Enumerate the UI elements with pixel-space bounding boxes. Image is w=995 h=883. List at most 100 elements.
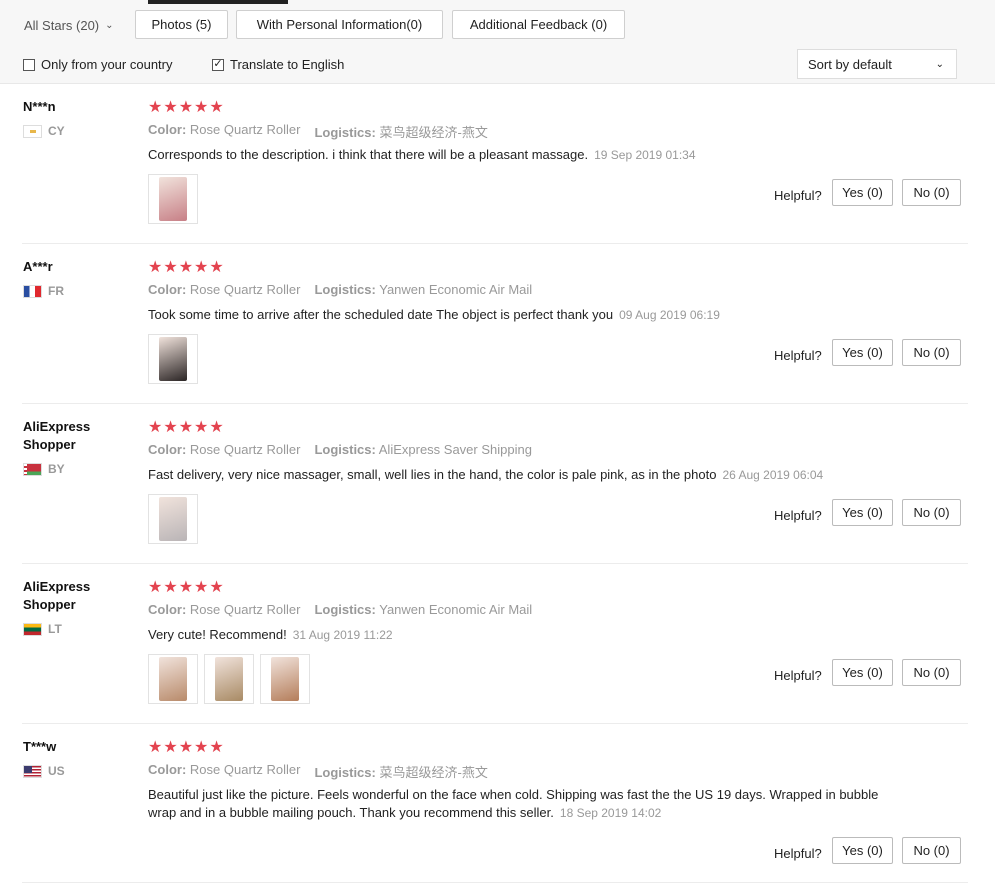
helpful-label: Helpful? [774,348,822,363]
star-rating: ★★★★★ [148,739,225,756]
logistics-attribute: Logistics: 菜鸟超级经济-燕文 [314,125,488,140]
only-country-checkbox[interactable]: Only from your country [23,57,173,72]
review-meta: Color: Rose Quartz Roller Logistics: 菜鸟超… [148,122,488,141]
photo-image [271,657,299,701]
photo-image [159,497,187,541]
review-body: Beautiful just like the picture. Feels w… [148,787,879,820]
reviewer-country: US [23,764,65,778]
review-text: Beautiful just like the picture. Feels w… [148,786,888,822]
chevron-down-icon: ⌄ [935,58,944,70]
translate-checkbox[interactable]: ✓ Translate to English [212,57,344,72]
star-rating: ★★★★★ [148,419,225,436]
review-item: AliExpress Shopper BY ★★★★★ Color: Rose … [0,404,968,564]
photo-image [215,657,243,701]
review-meta: Color: Rose Quartz Roller Logistics: Yan… [148,602,532,617]
reviewer-name: A***r [23,259,53,274]
helpful-label: Helpful? [774,846,822,861]
country-code: LT [48,622,62,636]
reviewer-name: AliExpress Shopper [23,419,91,452]
helpful-yes-button[interactable]: Yes (0) [832,339,893,366]
reviewer-name: N***n [23,99,56,114]
color-attribute: Color: Rose Quartz Roller [148,282,301,297]
review-text: Took some time to arrive after the sched… [148,306,888,324]
chevron-down-icon: ⌄ [105,20,114,31]
review-text: Very cute! Recommend! 31 Aug 2019 11:22 [148,626,888,644]
checkbox-unchecked-icon [23,58,35,71]
review-meta: Color: Rose Quartz Roller Logistics: 菜鸟超… [148,762,488,781]
review-body: Took some time to arrive after the sched… [148,307,614,322]
color-attribute: Color: Rose Quartz Roller [148,122,301,137]
review-photo-thumbnail[interactable] [148,494,198,544]
all-stars-label: All Stars (20) [24,18,100,33]
helpful-yes-button[interactable]: Yes (0) [832,659,893,686]
only-country-label: Only from your country [41,57,173,72]
helpful-no-button[interactable]: No (0) [902,837,961,864]
review-item: AliExpress Shopper LT ★★★★★ Color: Rose … [0,564,968,724]
helpful-label: Helpful? [774,508,822,523]
review-photos [148,334,198,384]
helpful-label: Helpful? [774,188,822,203]
logistics-attribute: Logistics: 菜鸟超级经济-燕文 [314,765,488,780]
review-date: 31 Aug 2019 11:22 [292,628,393,642]
review-photo-thumbnail[interactable] [204,654,254,704]
helpful-yes-button[interactable]: Yes (0) [832,179,893,206]
helpful-no-button[interactable]: No (0) [902,659,961,686]
star-rating: ★★★★★ [148,99,225,116]
logistics-attribute: Logistics: AliExpress Saver Shipping [314,442,532,457]
reviewer-country: CY [23,124,65,138]
helpful-yes-button[interactable]: Yes (0) [832,837,893,864]
review-text: Fast delivery, very nice massager, small… [148,466,888,484]
all-stars-dropdown[interactable]: All Stars (20) ⌄ [24,18,114,33]
helpful-yes-button[interactable]: Yes (0) [832,499,893,526]
review-meta: Color: Rose Quartz Roller Logistics: Yan… [148,282,532,297]
review-meta: Color: Rose Quartz Roller Logistics: Ali… [148,442,532,457]
color-attribute: Color: Rose Quartz Roller [148,762,301,777]
review-body: Fast delivery, very nice massager, small… [148,467,717,482]
logistics-attribute: Logistics: Yanwen Economic Air Mail [314,602,533,617]
reviewer-country: FR [23,284,64,298]
color-attribute: Color: Rose Quartz Roller [148,442,301,457]
review-body: Corresponds to the description. i think … [148,147,589,162]
review-photo-thumbnail[interactable] [148,174,198,224]
review-date: 26 Aug 2019 06:04 [722,468,824,482]
country-code: BY [48,462,65,476]
photo-image [159,177,187,221]
reviewer-name: T***w [23,739,57,754]
photo-image [159,657,187,701]
review-text: Corresponds to the description. i think … [148,146,888,164]
helpful-no-button[interactable]: No (0) [902,179,961,206]
additional-feedback-filter-button[interactable]: Additional Feedback (0) [452,10,625,39]
photo-image [159,337,187,381]
photos-filter-button[interactable]: Photos (5) [135,10,228,39]
country-flag-icon [23,622,42,636]
review-photo-thumbnail[interactable] [260,654,310,704]
helpful-no-button[interactable]: No (0) [902,339,961,366]
logistics-attribute: Logistics: Yanwen Economic Air Mail [314,282,533,297]
reviewer-name: AliExpress Shopper [23,579,91,612]
sort-select[interactable]: Sort by default ⌄ [797,49,957,79]
country-flag-icon [23,462,42,476]
review-photo-thumbnail[interactable] [148,334,198,384]
translate-label: Translate to English [230,57,345,72]
country-code: FR [48,284,64,298]
reviewer-country: LT [23,622,62,636]
review-item: N***n CY ★★★★★ Color: Rose Quartz Roller… [0,84,968,244]
filter-bar: All Stars (20) ⌄ Photos (5) With Persona… [0,0,995,84]
review-body: Very cute! Recommend! [148,627,287,642]
review-item: T***w US ★★★★★ Color: Rose Quartz Roller… [0,724,968,883]
star-rating: ★★★★★ [148,259,225,276]
helpful-no-button[interactable]: No (0) [902,499,961,526]
color-attribute: Color: Rose Quartz Roller [148,602,301,617]
review-photos [148,174,198,224]
country-flag-icon [23,764,42,778]
checkbox-checked-icon: ✓ [212,58,224,71]
country-flag-icon [23,284,42,298]
country-code: US [48,764,65,778]
review-photo-thumbnail[interactable] [148,654,198,704]
review-photos [148,494,198,544]
review-date: 09 Aug 2019 06:19 [619,308,720,322]
personal-info-filter-button[interactable]: With Personal Information(0) [236,10,443,39]
review-date: 18 Sep 2019 14:02 [559,806,662,820]
helpful-label: Helpful? [774,668,822,683]
country-flag-icon [23,124,42,138]
